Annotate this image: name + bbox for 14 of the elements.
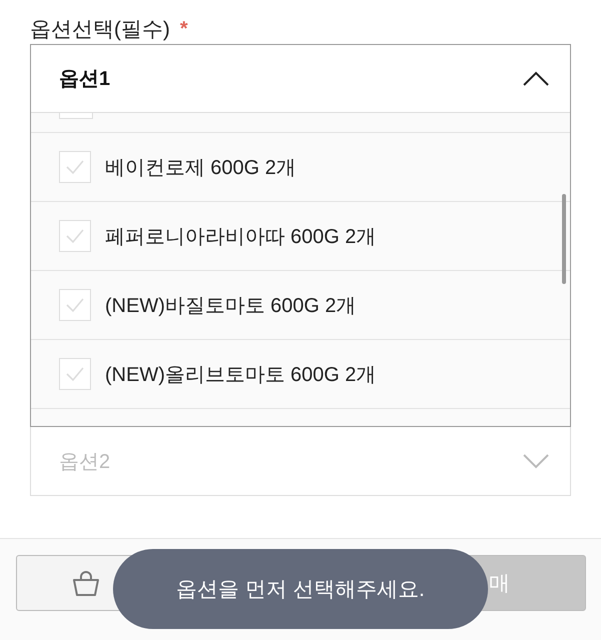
shopping-bag-icon	[71, 568, 101, 598]
message-toast: 옵션을 먼저 선택해주세요.	[113, 549, 488, 629]
checkbox[interactable]	[59, 220, 91, 252]
checkbox[interactable]	[59, 358, 91, 390]
option-item[interactable]: (NEW)올리브토마토 600G 2개	[31, 340, 570, 409]
option-item[interactable]: (NEW)바질토마토 600G 2개	[31, 271, 570, 340]
chevron-icon	[522, 453, 550, 469]
required-mark: *	[180, 18, 188, 40]
scrollbar[interactable]	[562, 194, 566, 284]
checkbox[interactable]	[59, 289, 91, 321]
checkbox[interactable]	[59, 151, 91, 183]
chevron-icon	[522, 70, 550, 86]
option-item[interactable]: 베이컨로제 600G 2개	[31, 133, 570, 202]
field-label: 옵션선택(필수)	[30, 17, 170, 43]
